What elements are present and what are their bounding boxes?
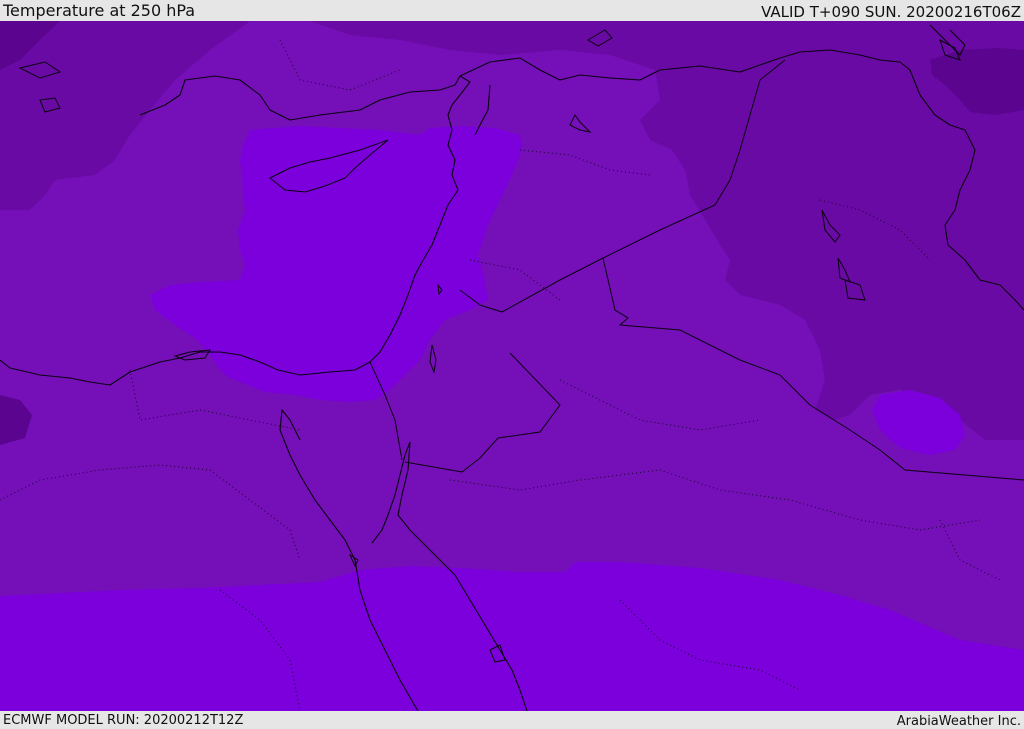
footer-bar: ECMWF MODEL RUN: 20200212T12Z ArabiaWeat…	[0, 711, 1024, 729]
credit-label: ArabiaWeather Inc.	[896, 714, 1021, 729]
map-title: Temperature at 250 hPa	[3, 1, 196, 20]
header-bar: Temperature at 250 hPa VALID T+090 SUN. …	[0, 0, 1024, 21]
valid-time: VALID T+090 SUN. 20200216T06Z	[761, 3, 1021, 21]
map-canvas	[0, 21, 1024, 711]
model-run-label: ECMWF MODEL RUN: 20200212T12Z	[3, 713, 244, 728]
weather-map[interactable]	[0, 21, 1024, 711]
